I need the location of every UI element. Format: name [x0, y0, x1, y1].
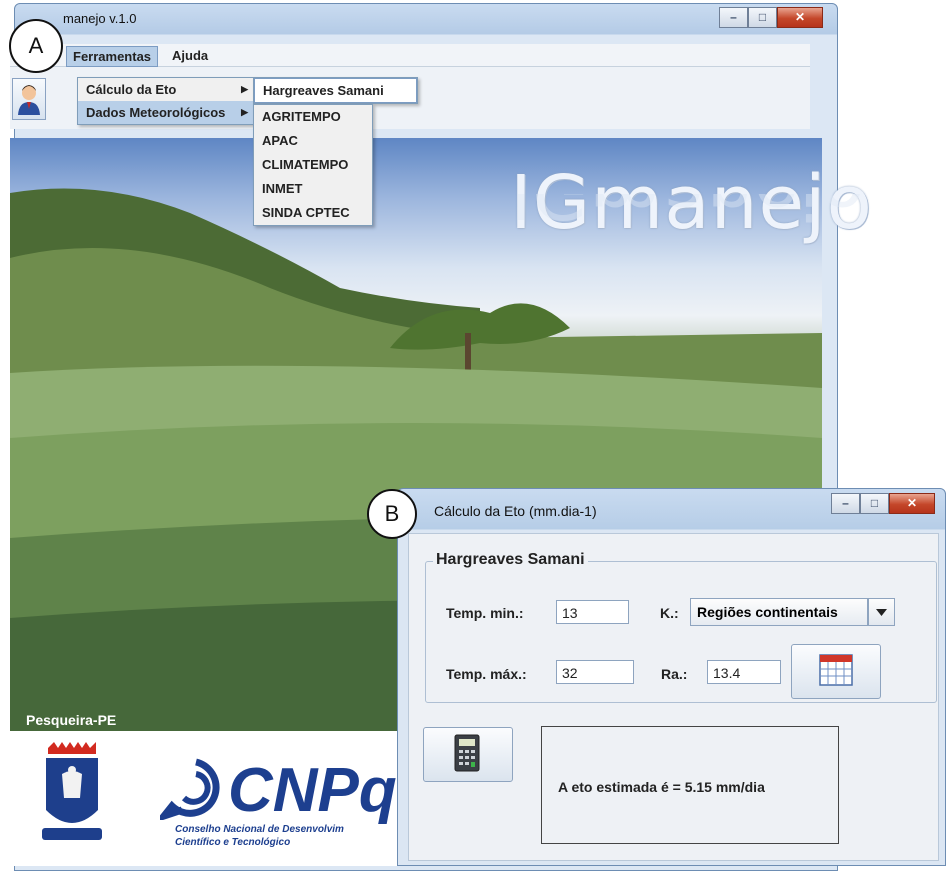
menu-item-dados-meteorologicos[interactable]: Dados Meteorológicos ▶ [78, 101, 254, 124]
minimize-icon[interactable]: – [831, 493, 860, 514]
ra-input[interactable]: 13.4 [707, 660, 781, 684]
dialog-window-controls: – □ ✕ [831, 493, 935, 514]
menu-item-agritempo[interactable]: AGRITEMPO [254, 105, 372, 129]
eto-dialog-window: Cálculo da Eto (mm.dia-1) – □ ✕ Hargreav… [397, 488, 946, 866]
menu-item-label: Cálculo da Eto [86, 82, 177, 97]
k-label: K.: [660, 605, 679, 621]
menubar: Ferramentas Ajuda [10, 44, 810, 67]
menu-item-inmet[interactable]: INMET [254, 177, 372, 201]
cnpq-logo-text: CNPq [228, 756, 397, 825]
cnpq-symbol-icon [153, 758, 220, 824]
temp-max-label: Temp. máx.: [446, 666, 527, 682]
dialog-title: Cálculo da Eto (mm.dia-1) [434, 503, 597, 519]
menu-item-label: Dados Meteorológicos [86, 105, 226, 120]
calculate-button[interactable] [423, 727, 513, 782]
calendar-icon [819, 654, 853, 686]
submenu-arrow-icon: ▶ [241, 84, 248, 94]
calculator-icon [454, 734, 480, 772]
dropdown-arrow-icon[interactable] [868, 598, 895, 626]
marker-b: B [367, 489, 417, 539]
window-controls: – □ ✕ [719, 7, 823, 28]
menu-ferramentas-dropdown: Cálculo da Eto ▶ Dados Meteorológicos ▶ [77, 77, 255, 125]
group-title: Hargreaves Samani [433, 551, 588, 569]
marker-a: A [9, 19, 63, 73]
submenu-dados-meteorologicos: AGRITEMPO APAC CLIMATEMPO INMET SINDA CP… [253, 104, 373, 226]
temp-min-label: Temp. min.: [446, 605, 524, 621]
user-icon [18, 85, 40, 115]
photo-location-label: Pesqueira-PE [26, 712, 117, 728]
submenu-calculo-eto: Hargreaves Samani [253, 77, 418, 104]
ra-label: Ra.: [661, 666, 688, 682]
menu-item-apac[interactable]: APAC [254, 129, 372, 153]
result-text: A eto estimada é = 5.15 mm/dia [558, 779, 765, 795]
dropdown-arrow-shape [876, 609, 887, 616]
maximize-icon[interactable]: □ [860, 493, 889, 514]
maximize-icon[interactable]: □ [748, 7, 777, 28]
close-icon[interactable]: ✕ [777, 7, 823, 28]
ufpe-logo [40, 740, 104, 850]
calendar-button[interactable] [791, 644, 881, 699]
menu-item-hargreaves-samani[interactable]: Hargreaves Samani [254, 78, 417, 103]
menu-item-sinda-cptec[interactable]: SINDA CPTEC [254, 201, 372, 225]
menu-item-calculo-eto[interactable]: Cálculo da Eto ▶ [78, 78, 254, 101]
k-select[interactable]: Regiões continentais [690, 598, 868, 626]
window-title: manejo v.1.0 [63, 11, 137, 26]
ufpe-crest-icon [42, 742, 102, 840]
cnpq-subtitle-line2: Científico e Tecnológico [175, 837, 291, 848]
menu-ajuda[interactable]: Ajuda [166, 46, 214, 65]
minimize-icon[interactable]: – [719, 7, 748, 28]
app-logo-reflection: IGmanejo [510, 194, 865, 234]
temp-min-input[interactable]: 13 [556, 600, 629, 624]
close-icon[interactable]: ✕ [889, 493, 935, 514]
menu-ferramentas[interactable]: Ferramentas [66, 46, 159, 67]
cnpq-symbol [153, 758, 232, 824]
cnpq-subtitle-line1: Conselho Nacional de Desenvolvim [175, 824, 344, 835]
menu-item-climatempo[interactable]: CLIMATEMPO [254, 153, 372, 177]
temp-max-input[interactable]: 32 [556, 660, 634, 684]
user-button[interactable] [12, 78, 46, 120]
submenu-arrow-icon: ▶ [241, 107, 248, 117]
